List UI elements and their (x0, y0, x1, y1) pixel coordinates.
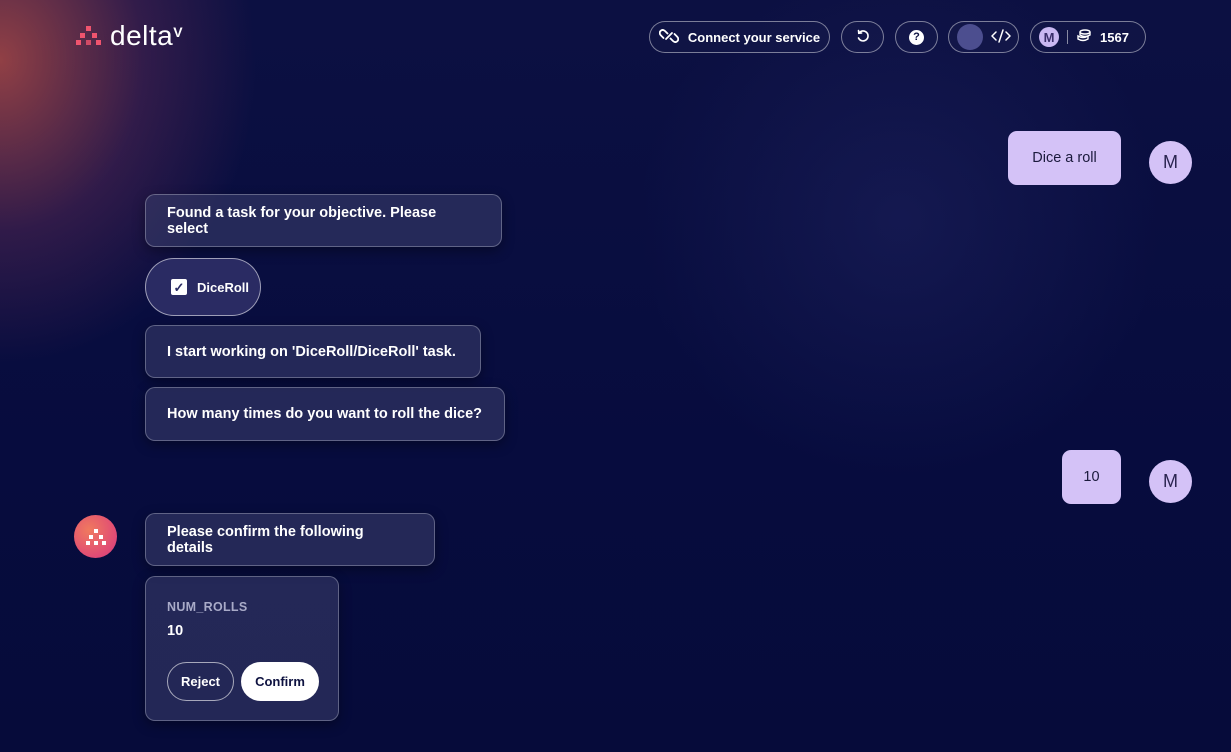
logo-mark-icon (76, 23, 102, 49)
bot-message: I start working on 'DiceRoll/DiceRoll' t… (145, 325, 481, 378)
help-icon: ? (909, 29, 924, 45)
task-option-diceroll[interactable]: ✓ DiceRoll (145, 258, 261, 316)
toggle-knob (956, 24, 983, 50)
coins-icon (1076, 28, 1092, 47)
credits-count: 1567 (1100, 29, 1129, 45)
checkbox-checked-icon[interactable]: ✓ (171, 279, 187, 295)
avatar: M (1149, 141, 1192, 184)
dev-mode-toggle[interactable] (948, 21, 1019, 53)
connect-service-button[interactable]: Connect your service (649, 21, 830, 53)
refresh-icon (856, 29, 870, 46)
bot-logo-icon (74, 515, 117, 558)
logo-text: deltaV (110, 20, 184, 51)
avatar: M (1149, 460, 1192, 503)
task-option-label: DiceRoll (197, 279, 250, 295)
link-icon (658, 28, 680, 46)
confirm-button[interactable]: Confirm (241, 662, 319, 701)
avatar: M (1039, 27, 1059, 47)
logo[interactable]: deltaV (76, 22, 183, 50)
field-label: NUM_ROLLS (167, 600, 248, 614)
user-message: 10 (1062, 450, 1121, 504)
reject-button[interactable]: Reject (167, 662, 234, 701)
confirm-details-card: NUM_ROLLS 10 Reject Confirm (145, 576, 339, 721)
connect-service-label: Connect your service (687, 29, 821, 45)
user-message: Dice a roll (1008, 131, 1121, 185)
bot-message: Found a task for your objective. Please … (145, 194, 502, 247)
help-button[interactable]: ? (895, 21, 938, 53)
account-menu[interactable]: M 1567 (1030, 21, 1146, 53)
field-value: 10 (167, 623, 184, 639)
code-icon (990, 28, 1011, 46)
divider (1067, 30, 1068, 44)
bot-message: How many times do you want to roll the d… (145, 387, 505, 441)
reset-button[interactable] (841, 21, 884, 53)
bot-message: Please confirm the following details (145, 513, 435, 566)
